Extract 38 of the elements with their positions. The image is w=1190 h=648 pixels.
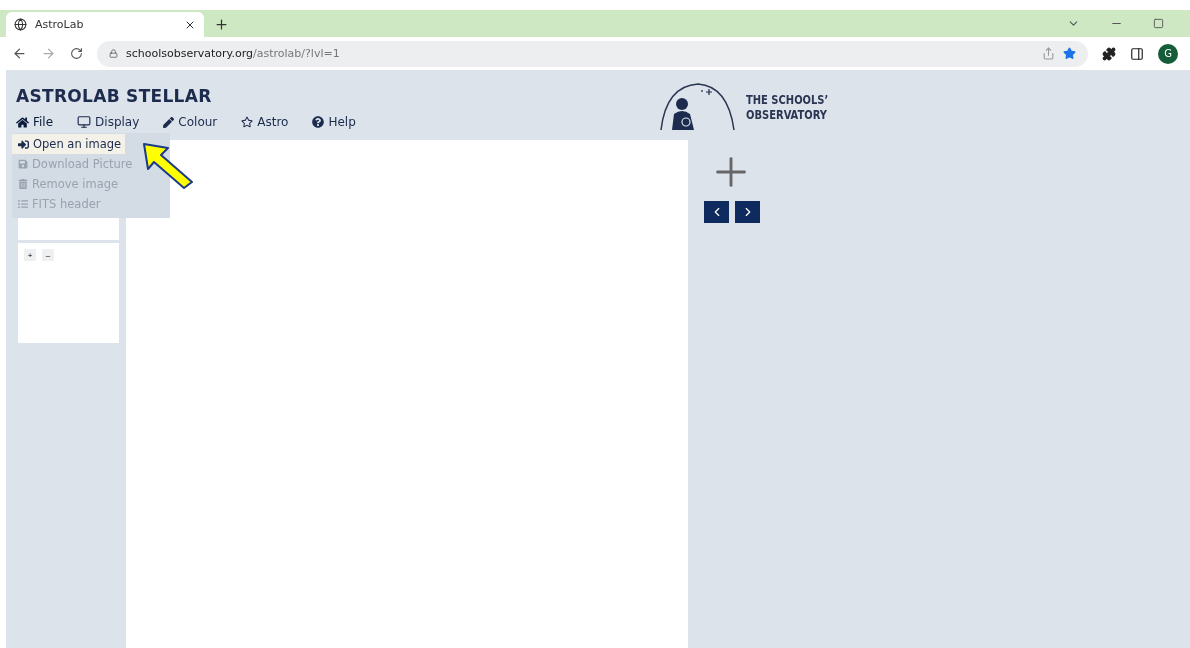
pen-icon [163, 116, 175, 128]
menu-item[interactable]: Help [312, 115, 356, 129]
side-panel-icon[interactable] [1130, 46, 1144, 61]
trash-icon [18, 179, 28, 189]
menu-item[interactable]: File [16, 115, 54, 129]
star-icon [241, 116, 254, 128]
app-title: ASTROLAB STELLAR [16, 86, 213, 106]
arrow-icon [142, 142, 194, 190]
help-icon [312, 116, 325, 128]
extensions-icon[interactable] [1102, 46, 1116, 61]
logo-text: THE SCHOOLS’ [746, 92, 829, 107]
new-tab-icon[interactable] [214, 17, 229, 32]
menu-item[interactable]: Display [77, 115, 140, 129]
profile-avatar[interactable]: G [1158, 43, 1178, 64]
next-button[interactable] [735, 201, 760, 223]
zoom-button[interactable]: + [24, 249, 36, 261]
globe-icon [14, 18, 27, 31]
observatory-logo-icon [658, 82, 736, 132]
star-icon[interactable] [1063, 47, 1076, 60]
back-icon[interactable] [12, 46, 27, 61]
browser-tab[interactable]: AstroLab [6, 12, 204, 37]
monitor-icon [77, 115, 92, 129]
maximize-icon[interactable] [1153, 18, 1164, 29]
save-icon [18, 159, 28, 169]
menu-item[interactable]: Astro [241, 115, 289, 129]
previous-button[interactable] [704, 201, 729, 223]
list-icon [18, 199, 28, 209]
reload-icon[interactable] [70, 47, 83, 60]
lock-icon [109, 49, 118, 58]
import-icon [18, 138, 29, 150]
logo-text: OBSERVATORY [746, 107, 828, 122]
tab-title: AstroLab [35, 18, 85, 31]
home-icon [16, 115, 29, 129]
address-bar[interactable]: schoolsobservatory.org/astrolab/?lvl=1 [97, 40, 1088, 67]
menu-option[interactable]: Open an image [12, 134, 126, 154]
zoom-button[interactable]: – [42, 249, 54, 261]
url-text: schoolsobservatory.org/astrolab/?lvl=1 [126, 47, 340, 60]
menu-item[interactable]: Colour [163, 115, 218, 129]
